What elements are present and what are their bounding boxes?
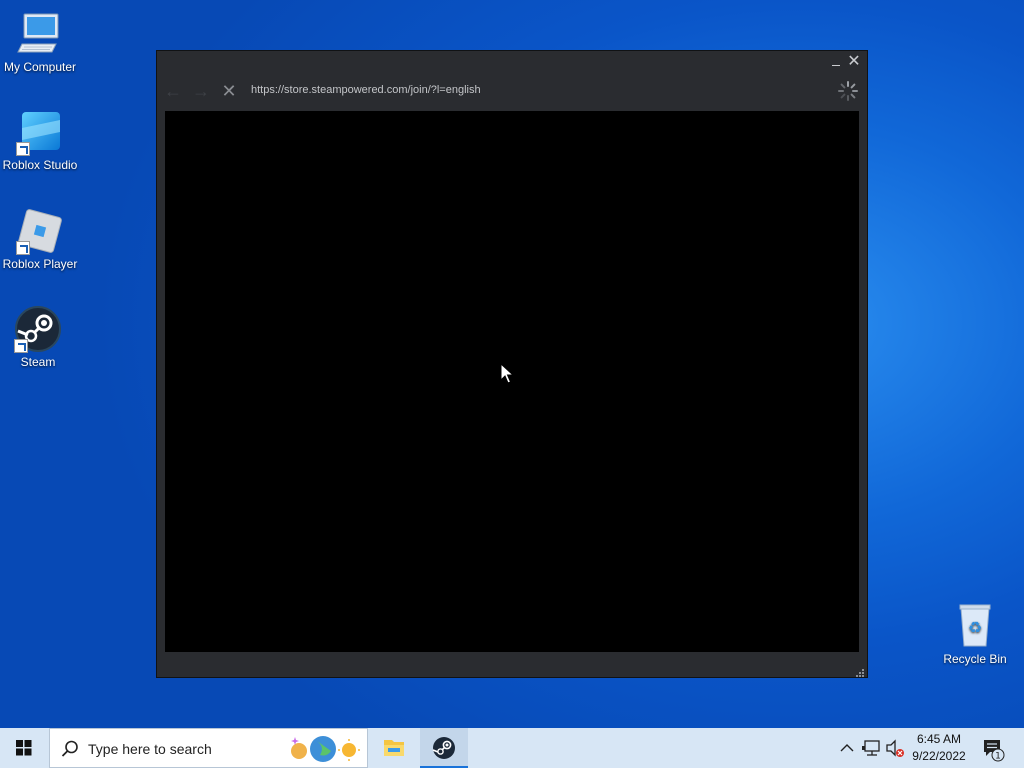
taskbar-file-explorer[interactable] (370, 728, 418, 768)
steam-icon (432, 737, 455, 759)
desktop-icon-label: Steam (20, 355, 56, 369)
desktop-icon-roblox-player[interactable]: Roblox Player (0, 207, 80, 271)
shortcut-arrow-icon (16, 142, 30, 156)
taskbar-clock[interactable]: 6:45 AM 9/22/2022 (906, 731, 972, 765)
show-hidden-icons-button[interactable] (838, 728, 856, 768)
network-icon (862, 740, 880, 756)
desktop-icon-label: Recycle Bin (943, 652, 1007, 666)
start-button[interactable] (0, 728, 48, 768)
close-button[interactable]: ✕ (847, 54, 861, 70)
stop-loading-icon[interactable]: ✕ (219, 81, 239, 101)
notification-icon: 1 (984, 740, 1005, 762)
clock-time: 6:45 AM (916, 732, 962, 746)
loading-spinner-icon (837, 80, 859, 102)
action-center-button[interactable]: 1 (978, 728, 1018, 768)
network-tray-button[interactable] (862, 728, 882, 768)
folder-icon (384, 740, 404, 756)
roblox-studio-icon (16, 108, 64, 156)
desktop-icon-my-computer[interactable]: My Computer (0, 10, 80, 74)
search-placeholder: Type here to search (88, 741, 212, 757)
computer-icon (16, 10, 64, 58)
forward-arrow-icon[interactable]: → (191, 81, 211, 101)
resize-grip-icon[interactable] (855, 665, 865, 677)
taskbar: Type here to search 6:45 AM 9/22/2022 1 (0, 728, 1024, 768)
back-arrow-icon[interactable]: ← (163, 81, 183, 101)
url-text: https://store.steampowered.com/join/?l=e… (251, 84, 481, 96)
taskbar-search-box[interactable]: Type here to search (49, 728, 368, 768)
steam-icon (14, 305, 62, 353)
desktop-icon-label: Roblox Studio (2, 158, 78, 172)
shortcut-arrow-icon (16, 241, 30, 255)
recycle-bin-icon: ♻ (951, 602, 999, 650)
clock-date: 9/22/2022 (912, 749, 966, 763)
volume-muted-icon (886, 739, 904, 757)
notification-count: 1 (995, 752, 1001, 762)
shortcut-arrow-icon (14, 339, 28, 353)
search-icon (60, 739, 80, 759)
svg-text:♻: ♻ (968, 618, 982, 637)
roblox-player-icon (16, 207, 64, 255)
windows-logo-icon (16, 740, 32, 756)
desktop-icon-roblox-studio[interactable]: Roblox Studio (0, 108, 80, 172)
minimize-button[interactable] (829, 55, 843, 69)
search-highlight-art-icon (287, 733, 363, 765)
desktop-icon-label: My Computer (3, 60, 77, 74)
desktop-icon-steam[interactable]: Steam (0, 305, 78, 369)
window-titlebar[interactable]: ✕ (157, 51, 867, 77)
chevron-up-icon (840, 744, 854, 752)
taskbar-steam[interactable] (420, 728, 468, 768)
desktop-icon-label: Roblox Player (2, 257, 78, 271)
volume-tray-button[interactable] (884, 728, 906, 768)
browser-nav-bar: ← → ✕ https://store.steampowered.com/joi… (157, 77, 867, 105)
desktop-icon-recycle-bin[interactable]: ♻ Recycle Bin (935, 602, 1015, 666)
mouse-pointer-icon (500, 362, 515, 385)
